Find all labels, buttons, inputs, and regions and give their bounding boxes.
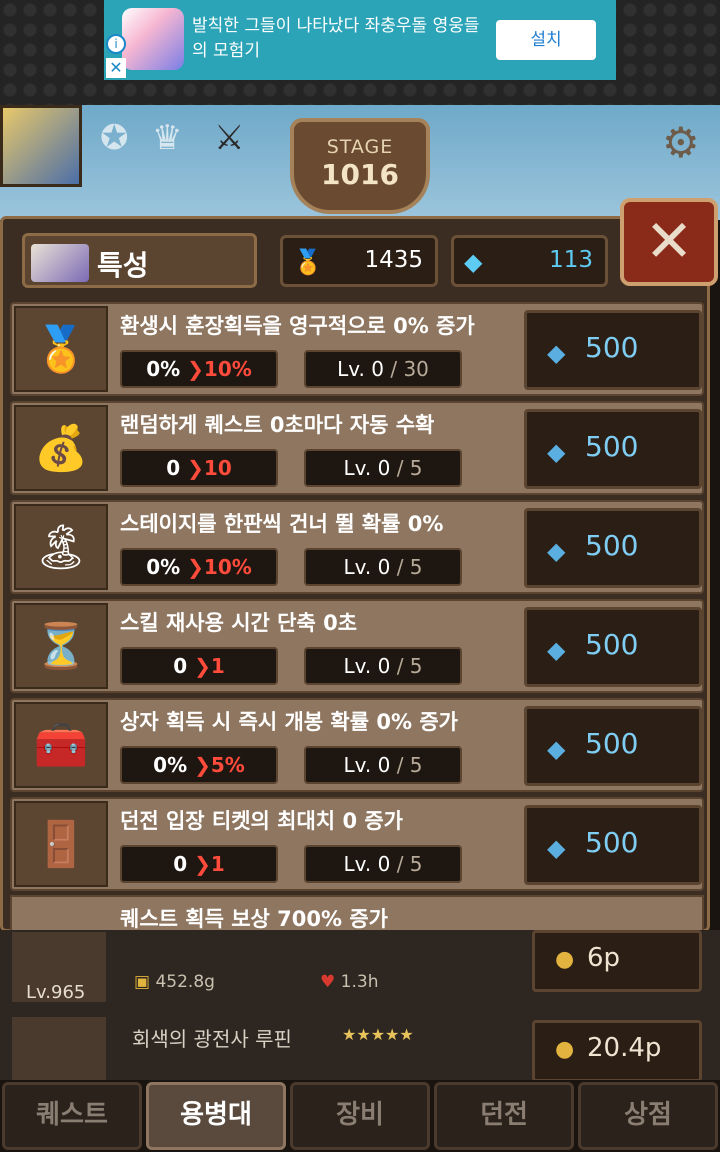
trait-value-change: 0% ❯10%: [120, 350, 278, 388]
tab-mercenary[interactable]: 용병대: [146, 1082, 286, 1150]
panel-title-box: 특성: [22, 233, 257, 288]
panel-title: 특성: [97, 249, 149, 282]
trait-value-change: 0 ❯10: [120, 449, 278, 487]
trait-description: 스테이지를 한판씩 건너 뛸 확률 0%: [120, 512, 444, 536]
gem-icon: ◆: [547, 537, 566, 565]
medal-currency: 🏅 1435: [280, 235, 438, 287]
trait-description: 던전 입장 티켓의 최대치 0 증가: [120, 809, 404, 833]
stage-indicator: STAGE 1016: [290, 118, 430, 214]
bottom-nav: 퀘스트 용병대 장비 던전 상점: [0, 1080, 720, 1152]
gear-icon[interactable]: ⚙: [662, 118, 700, 167]
upgrade-cost-button[interactable]: ● 20.4p: [532, 1020, 702, 1082]
trait-upgrade-button[interactable]: ◆ 500: [524, 706, 702, 786]
trait-price: 500: [585, 529, 639, 562]
mercenary-row[interactable]: 회색의 광전사 루핀 ★★★★★ ● 20.4p: [0, 1015, 720, 1087]
trait-upgrade-button[interactable]: ◆ 500: [524, 805, 702, 885]
trait-price: 500: [585, 430, 639, 463]
trait-level: Lv. 0 / 5: [304, 746, 462, 784]
gem-currency: ◆ 113: [451, 235, 608, 287]
gem-icon: ◆: [547, 834, 566, 862]
ad-banner[interactable]: 발칙한 그들이 나타났다 좌충우돌 영웅들의 모험기 설치 i ✕: [104, 0, 616, 80]
trait-upgrade-button[interactable]: ◆ 500: [524, 508, 702, 588]
stage-number: 1016: [321, 158, 399, 191]
cost-value: 6p: [587, 943, 621, 973]
gate-icon: 🚪: [14, 801, 108, 887]
trait-value-change: 0 ❯1: [120, 845, 278, 883]
trait-description: 퀘스트 획득 보상 700% 증가: [120, 907, 388, 931]
island-icon: 🏝: [14, 504, 108, 590]
trait-price: 500: [585, 826, 639, 859]
coin-icon: ●: [555, 947, 575, 972]
trait-row-partial: 퀘스트 획득 보상 700% 증가: [10, 895, 704, 933]
ad-install-button[interactable]: 설치: [496, 20, 596, 60]
trait-row: ⏳ 스킬 재사용 시간 단축 0초 0 ❯1 Lv. 0 / 5 ◆ 500: [10, 599, 704, 693]
ad-info-icon[interactable]: i: [106, 34, 126, 54]
ad-close-icon[interactable]: ✕: [106, 58, 126, 78]
upgrade-cost-button[interactable]: ● 6p: [532, 930, 702, 992]
sword-icon: ▣: [134, 972, 151, 992]
gem-icon: ◆: [547, 636, 566, 664]
trait-row: 🏅 환생시 훈장획득을 영구적으로 0% 증가 0% ❯10% Lv. 0 / …: [10, 302, 704, 396]
medal-count: 1435: [364, 247, 423, 273]
stage-label: STAGE: [326, 136, 394, 158]
medal-icon: 🏅: [293, 248, 323, 276]
trait-description: 랜덤하게 퀘스트 0초마다 자동 수확: [120, 413, 435, 437]
trait-description: 환생시 훈장획득을 영구적으로 0% 증가: [120, 314, 475, 338]
mercenary-name: 회색의 광전사 루핀: [132, 1027, 292, 1051]
medal-icon: 🏅: [14, 306, 108, 392]
gem-icon: ◆: [547, 735, 566, 763]
achievement-icon[interactable]: ✪: [100, 118, 129, 158]
tab-quest[interactable]: 퀘스트: [2, 1082, 142, 1150]
trait-description: 상자 획득 시 즉시 개봉 확률 0% 증가: [120, 710, 458, 734]
trait-level: Lv. 0 / 30: [304, 350, 462, 388]
gem-icon: ◆: [547, 438, 566, 466]
cost-value: 20.4p: [587, 1033, 662, 1063]
gem-icon: ◆: [547, 339, 566, 367]
chest-icon: 🧰: [14, 702, 108, 788]
attack-stat: ▣ 452.8g: [134, 972, 215, 992]
trait-value-change: 0% ❯10%: [120, 548, 278, 586]
ad-thumbnail: [122, 8, 184, 70]
hero-avatar[interactable]: [0, 105, 82, 187]
money-bag-icon: 💰: [14, 405, 108, 491]
trait-row: 💰 랜덤하게 퀘스트 0초마다 자동 수확 0 ❯10 Lv. 0 / 5 ◆ 5…: [10, 401, 704, 495]
trait-level: Lv. 0 / 5: [304, 548, 462, 586]
trait-row: 🚪 던전 입장 티켓의 최대치 0 증가 0 ❯1 Lv. 0 / 5 ◆ 500: [10, 797, 704, 891]
trait-level: Lv. 0 / 5: [304, 845, 462, 883]
close-button[interactable]: ✕: [620, 198, 718, 286]
tab-shop[interactable]: 상점: [578, 1082, 718, 1150]
trait-upgrade-button[interactable]: ◆ 500: [524, 607, 702, 687]
hourglass-icon: ⏳: [14, 603, 108, 689]
tab-equipment[interactable]: 장비: [290, 1082, 430, 1150]
mercenary-stars: ★★★★★: [342, 1025, 414, 1044]
tab-dungeon[interactable]: 던전: [434, 1082, 574, 1150]
coin-icon: ●: [555, 1037, 575, 1062]
crossed-swords-icon[interactable]: ⚔: [214, 118, 244, 158]
trait-value-change: 0 ❯1: [120, 647, 278, 685]
trait-description: 스킬 재사용 시간 단축 0초: [120, 611, 358, 635]
gem-icon: ◆: [464, 248, 483, 276]
trait-price: 500: [585, 331, 639, 364]
trait-price: 500: [585, 727, 639, 760]
mercenary-level: Lv.965: [26, 982, 86, 1003]
trait-upgrade-button[interactable]: ◆ 500: [524, 409, 702, 489]
trait-level: Lv. 0 / 5: [304, 647, 462, 685]
trait-upgrade-button[interactable]: ◆ 500: [524, 310, 702, 390]
gem-count: 113: [549, 247, 593, 273]
ad-text: 발칙한 그들이 나타났다 좌충우돌 영웅들의 모험기: [192, 16, 480, 61]
trait-row: 🧰 상자 획득 시 즉시 개봉 확률 0% 증가 0% ❯5% Lv. 0 / …: [10, 698, 704, 792]
trait-price: 500: [585, 628, 639, 661]
trait-value-change: 0% ❯5%: [120, 746, 278, 784]
crown-icon[interactable]: ♛: [152, 118, 182, 158]
hp-stat: ♥ 1.3h: [320, 972, 379, 992]
trait-row: 🏝 스테이지를 한판씩 건너 뛸 확률 0% 0% ❯10% Lv. 0 / 5…: [10, 500, 704, 594]
mercenary-row[interactable]: ▣ 452.8g ♥ 1.3h ● 6p: [0, 930, 720, 1002]
book-icon: [31, 244, 89, 282]
heart-icon: ♥: [320, 972, 336, 992]
mercenary-portrait: [12, 1017, 106, 1087]
trait-level: Lv. 0 / 5: [304, 449, 462, 487]
